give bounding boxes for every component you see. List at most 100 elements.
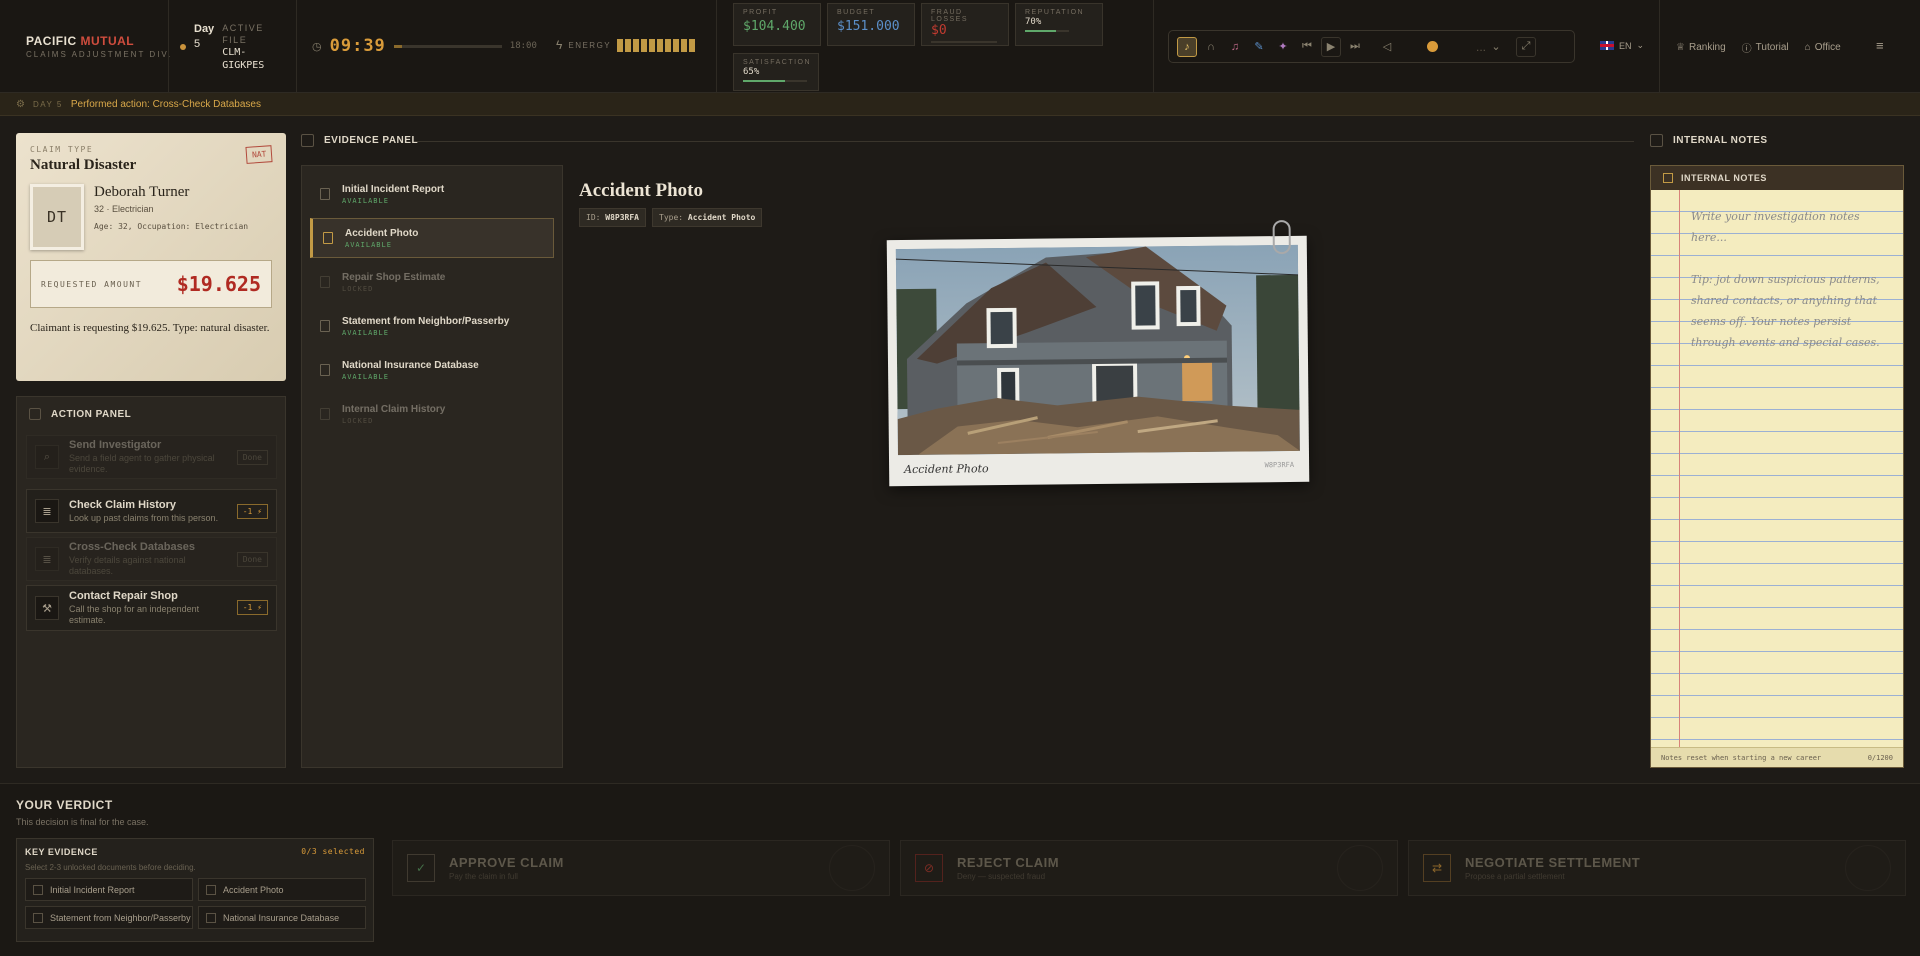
stat-fraud-label: FRAUD LOSSES (931, 9, 969, 23)
key-evidence-label: Accident Photo (223, 884, 284, 895)
clock: ◷ 09:39 18:00 (312, 36, 537, 56)
action-panel-title: ACTION PANEL (51, 408, 132, 420)
accident-photo-polaroid[interactable]: Accident Photo W8P3RFA (886, 219, 1310, 487)
evidence-list: Initial Incident Report AVAILABLE Acciden… (301, 165, 563, 768)
evidence-title: Statement from Neighbor/Passerby (342, 315, 510, 327)
volume-icon[interactable]: ◁ (1377, 37, 1397, 57)
claim-type: Natural Disaster (30, 157, 137, 173)
brand-name-accent: MUTUAL (80, 34, 135, 48)
action-description: Send a field agent to gather physical ev… (69, 453, 215, 474)
nav-ranking[interactable]: ♕ Ranking (1676, 40, 1726, 55)
claimant-subtitle: 32 · Electrician (94, 204, 154, 214)
action-cross-check-databases[interactable]: ≣ Cross-Check Databases Verify details ag… (26, 537, 277, 581)
previous-track-icon[interactable]: ⏮ (1297, 37, 1317, 57)
play-icon[interactable]: ▶ (1321, 36, 1341, 57)
key-evidence-option[interactable]: Accident Photo (198, 878, 366, 901)
expand-icon[interactable]: ⤢ (1516, 36, 1537, 57)
decorative-ring (1337, 845, 1383, 891)
language-selector[interactable]: EN ⌄ (1600, 40, 1644, 51)
chevron-down-icon[interactable]: ⌄ (1490, 37, 1502, 57)
stat-budget: BUDGET $151.000 (827, 3, 915, 46)
key-evidence-option[interactable]: Statement from Neighbor/Passerby (25, 906, 193, 929)
help-icon: ⓘ (1741, 44, 1752, 55)
volume-slider-knob[interactable] (1427, 41, 1438, 52)
lock-icon (320, 276, 330, 288)
notes-textarea[interactable]: Write your investigation notes here... T… (1691, 206, 1896, 353)
edit-icon (1650, 134, 1663, 147)
approve-claim-button[interactable]: ✓ APPROVE CLAIM Pay the claim in full (392, 840, 890, 896)
energy-segment (649, 38, 656, 52)
office-icon: ⌂ (1804, 42, 1811, 53)
settings-icon: ⚙ (16, 98, 25, 110)
key-evidence-title: KEY EVIDENCE (25, 847, 98, 857)
energy-segment (657, 38, 664, 52)
negotiate-settlement-button[interactable]: ⇄ NEGOTIATE SETTLEMENT Propose a partial … (1408, 840, 1906, 896)
evidence-item-repair-shop-estimate[interactable]: Repair Shop Estimate LOCKED (310, 262, 554, 302)
sparkle-icon[interactable]: ✦ (1273, 37, 1293, 57)
day-progress-track (393, 44, 502, 48)
headphones-icon[interactable]: ∩ (1201, 37, 1221, 57)
database-icon: ≣ (35, 499, 59, 523)
key-evidence-option[interactable]: National Insurance Database (198, 906, 366, 929)
paperclip-icon (1272, 219, 1291, 255)
evidence-item-statement-neighbor[interactable]: Statement from Neighbor/Passerby AVAILABL… (310, 306, 554, 346)
claim-type-stamp: NAT (244, 145, 273, 164)
action-check-claim-history[interactable]: ≣ Check Claim History Look up past claims… (26, 489, 277, 533)
active-file-id: CLM-GIGKPES (222, 47, 265, 71)
active-file-label: ACTIVE FILE (222, 23, 264, 45)
evidence-item-internal-claim-history[interactable]: Internal Claim History LOCKED (310, 394, 554, 434)
checkbox[interactable] (33, 912, 43, 923)
nav-office-label: Office (1814, 42, 1841, 53)
brand-logo: PACIFIC MUTUAL CLAIMS ADJUSTMENT DIV. (26, 34, 172, 59)
nav-office[interactable]: ⌂ Office (1805, 40, 1841, 55)
image-icon (323, 232, 333, 244)
checkbox[interactable] (206, 884, 216, 895)
guitar-icon[interactable]: ♫ (1225, 37, 1245, 57)
action-contact-repair-shop[interactable]: ⚒ Contact Repair Shop Call the shop for a… (26, 585, 277, 631)
notes-tip: Tip: jot down suspicious patterns, share… (1691, 273, 1880, 349)
stat-budget-value: $151.000 (837, 19, 900, 34)
energy-label: ENERGY (568, 40, 612, 50)
evidence-item-initial-incident-report[interactable]: Initial Incident Report AVAILABLE (310, 174, 554, 214)
uk-flag-icon (1600, 41, 1614, 50)
claimant: DT Deborah Turner 32 · Electrician Age: … (30, 184, 272, 250)
stat-budget-label: BUDGET (837, 9, 876, 16)
action-description: Call the shop for an independent estimat… (69, 604, 200, 625)
document-icon (301, 134, 314, 147)
action-title: Check Claim History (69, 498, 176, 511)
wrench-icon: ⚒ (35, 596, 59, 620)
evidence-status: AVAILABLE (342, 328, 389, 337)
menu-icon[interactable]: ≡ (1876, 38, 1884, 53)
nav-tutorial-label: Tutorial (1755, 42, 1789, 53)
claim-type-label: CLAIM TYPE (30, 145, 94, 154)
checkbox[interactable] (33, 884, 43, 895)
claim-description: Claimant is requesting $19.625. Type: na… (30, 322, 270, 334)
photo-caption: Accident Photo (904, 461, 989, 476)
reject-claim-button[interactable]: ⊘ REJECT CLAIM Deny — suspected fraud (900, 840, 1398, 896)
approve-subtitle: Pay the claim in full (449, 872, 518, 881)
lock-icon (320, 408, 330, 420)
evidence-item-national-insurance-database[interactable]: National Insurance Database AVAILABLE (310, 350, 554, 390)
key-evidence-hint: Select 2-3 unlocked documents before dec… (25, 863, 196, 872)
document-title: Accident Photo (579, 180, 704, 201)
approve-title: APPROVE CLAIM (449, 855, 564, 870)
nav-tutorial[interactable]: ⓘ Tutorial (1742, 40, 1789, 55)
action-panel: ACTION PANEL ⌕ Send Investigator Send a f… (16, 396, 286, 768)
action-send-investigator[interactable]: ⌕ Send Investigator Send a field agent to… (26, 435, 277, 479)
clock-time: 09:39 (329, 36, 386, 56)
evidence-title: Internal Claim History (342, 403, 446, 415)
key-evidence-option[interactable]: Initial Incident Report (25, 878, 193, 901)
guitar-music-icon[interactable]: ♪ (1177, 36, 1197, 57)
search-icon: ⌕ (35, 445, 59, 469)
stat-profit: PROFIT $104.400 (733, 3, 821, 46)
key-evidence-box: KEY EVIDENCE 0/3 selected Select 2-3 unl… (16, 838, 374, 942)
energy-segment (673, 38, 680, 52)
evidence-item-accident-photo[interactable]: Accident Photo AVAILABLE (310, 218, 554, 258)
feather-icon[interactable]: ✎ (1249, 37, 1269, 57)
notes-char-count: 0/1200 (1867, 753, 1893, 762)
notes-pad[interactable]: INTERNAL NOTES Write your investigation … (1650, 165, 1904, 768)
key-evidence-label: Initial Incident Report (50, 884, 135, 895)
fraud-bar (931, 41, 997, 43)
next-track-icon[interactable]: ⏭ (1345, 37, 1365, 57)
checkbox[interactable] (206, 912, 216, 923)
